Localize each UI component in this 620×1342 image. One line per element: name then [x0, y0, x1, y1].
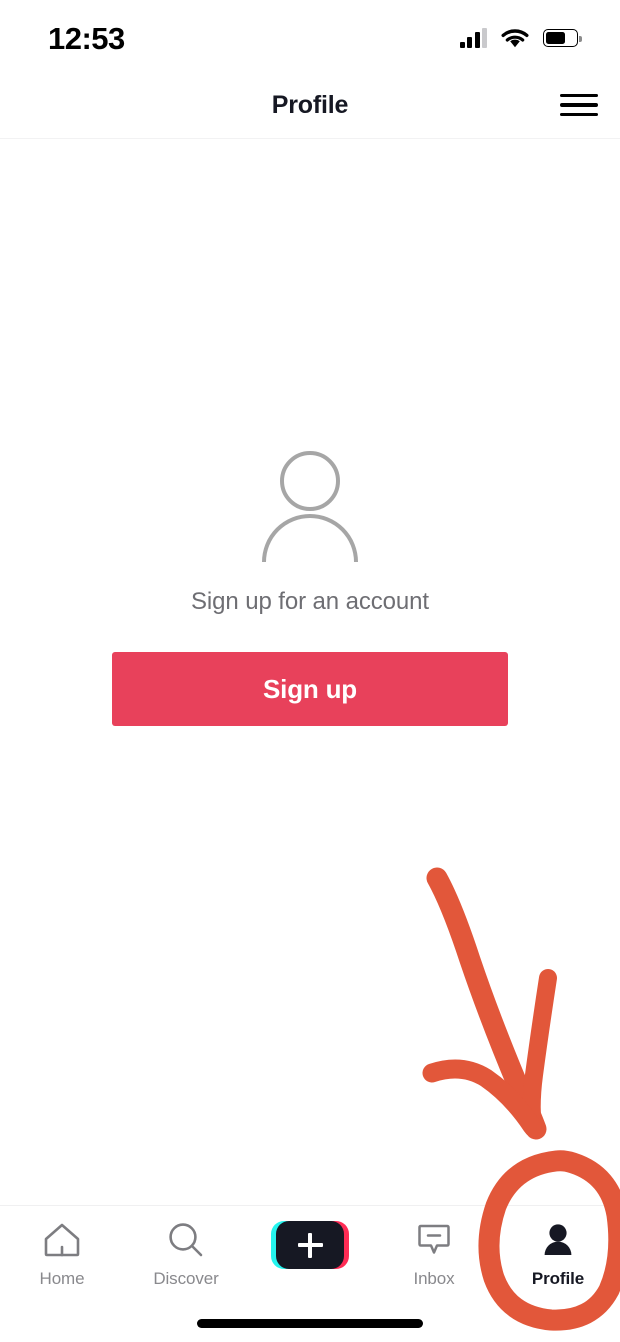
status-bar-clock: 12:53: [48, 20, 125, 56]
cellular-signal-icon: [459, 28, 487, 48]
signup-caption: Sign up for an account: [191, 588, 429, 615]
app-header: Profile: [0, 72, 620, 139]
tab-create[interactable]: [248, 1220, 372, 1279]
search-icon: [167, 1220, 205, 1260]
tab-label-home: Home: [39, 1269, 85, 1288]
tab-label-inbox: Inbox: [413, 1269, 455, 1288]
person-outline-avatar-icon: [262, 451, 358, 562]
phone-screen: 12:53 Profile Sign up for an account Sig…: [0, 0, 620, 1342]
home-icon: [43, 1220, 81, 1260]
create-plus-icon[interactable]: [271, 1220, 349, 1270]
home-indicator-bar: [197, 1319, 423, 1328]
tab-label-discover: Discover: [153, 1269, 219, 1288]
tab-home[interactable]: Home: [0, 1220, 124, 1289]
tab-profile[interactable]: Profile: [496, 1220, 620, 1289]
profile-empty-state: Sign up for an account Sign up: [0, 139, 620, 1205]
status-bar: 12:53: [0, 0, 620, 72]
tab-inbox[interactable]: Inbox: [372, 1220, 496, 1289]
create-button-body: [276, 1221, 344, 1269]
status-bar-icons: [459, 24, 582, 49]
inbox-message-icon: [415, 1220, 453, 1260]
wifi-icon: [501, 28, 529, 47]
battery-icon: [543, 29, 582, 47]
create-icon-wrapper: [271, 1220, 349, 1270]
person-filled-icon: [540, 1220, 576, 1260]
tab-discover[interactable]: Discover: [124, 1220, 248, 1289]
page-title: Profile: [271, 90, 349, 119]
plus-icon: [297, 1232, 323, 1258]
tab-label-profile: Profile: [531, 1269, 585, 1288]
hamburger-menu-icon[interactable]: [560, 91, 598, 119]
signup-button[interactable]: Sign up: [112, 652, 508, 726]
